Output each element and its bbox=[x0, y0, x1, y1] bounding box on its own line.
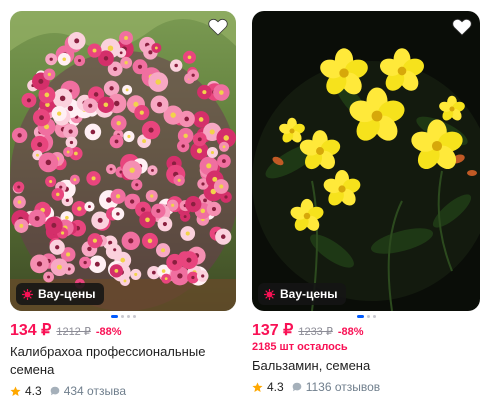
image-carousel-dots[interactable] bbox=[252, 315, 480, 319]
lightning-icon bbox=[22, 288, 33, 300]
current-price: 134 ₽ bbox=[10, 322, 52, 339]
carousel-dot[interactable] bbox=[120, 315, 124, 318]
heart-icon bbox=[208, 18, 228, 36]
promo-badge: Вау-цены bbox=[16, 283, 104, 305]
discount-label: -88% bbox=[337, 326, 364, 338]
calibrachoa-photo bbox=[10, 11, 236, 311]
reviews-count: 1136 отзывов bbox=[305, 380, 381, 394]
stock-left-label: 2185 шт осталось bbox=[252, 341, 348, 353]
price-row: 134 ₽ 1212 ₽ -88% bbox=[10, 320, 236, 340]
carousel-dot[interactable] bbox=[356, 315, 364, 318]
promo-badge: Вау-цены bbox=[258, 283, 346, 305]
promo-badge-label: Вау-цены bbox=[38, 287, 96, 301]
product-image[interactable]: Вау-цены bbox=[252, 11, 480, 311]
yellow-flowers-photo bbox=[252, 11, 480, 311]
rating-value: 4.3 bbox=[267, 380, 284, 394]
product-card[interactable]: Вау-цены 134 ₽ 1212 ₽ -88% Калибрахоа пр… bbox=[10, 11, 236, 399]
favorite-button[interactable] bbox=[208, 18, 228, 36]
image-carousel-dots[interactable] bbox=[10, 315, 236, 319]
chat-bubble-icon bbox=[292, 382, 301, 392]
star-icon bbox=[252, 381, 263, 392]
carousel-dot[interactable] bbox=[132, 315, 136, 318]
carousel-dot[interactable] bbox=[126, 315, 130, 318]
discount-label: -88% bbox=[95, 326, 122, 338]
star-icon bbox=[10, 385, 21, 396]
favorite-button[interactable] bbox=[452, 18, 472, 36]
product-image[interactable]: Вау-цены bbox=[10, 11, 236, 311]
heart-icon bbox=[452, 18, 472, 36]
current-price: 137 ₽ bbox=[252, 322, 294, 339]
reviews-count: 434 отзыва bbox=[63, 384, 126, 398]
old-price: 1233 ₽ bbox=[298, 326, 333, 338]
chat-bubble-icon bbox=[50, 386, 59, 396]
rating-row[interactable]: 4.3 434 отзыва bbox=[10, 383, 236, 399]
rating-row[interactable]: 4.3 1136 отзывов bbox=[252, 379, 480, 395]
lightning-icon bbox=[264, 288, 275, 300]
carousel-dot[interactable] bbox=[372, 315, 376, 318]
product-card[interactable]: Вау-цены 137 ₽ 1233 ₽ -88% 2185 шт остал… bbox=[252, 11, 480, 395]
carousel-dot[interactable] bbox=[110, 315, 118, 318]
rating-value: 4.3 bbox=[25, 384, 42, 398]
product-title[interactable]: Калибрахоа профессиональные семена bbox=[10, 343, 236, 379]
product-title[interactable]: Бальзамин, семена bbox=[252, 357, 480, 375]
promo-badge-label: Вау-цены bbox=[280, 287, 338, 301]
old-price: 1212 ₽ bbox=[56, 326, 91, 338]
carousel-dot[interactable] bbox=[366, 315, 370, 318]
price-row: 137 ₽ 1233 ₽ -88% bbox=[252, 320, 480, 340]
